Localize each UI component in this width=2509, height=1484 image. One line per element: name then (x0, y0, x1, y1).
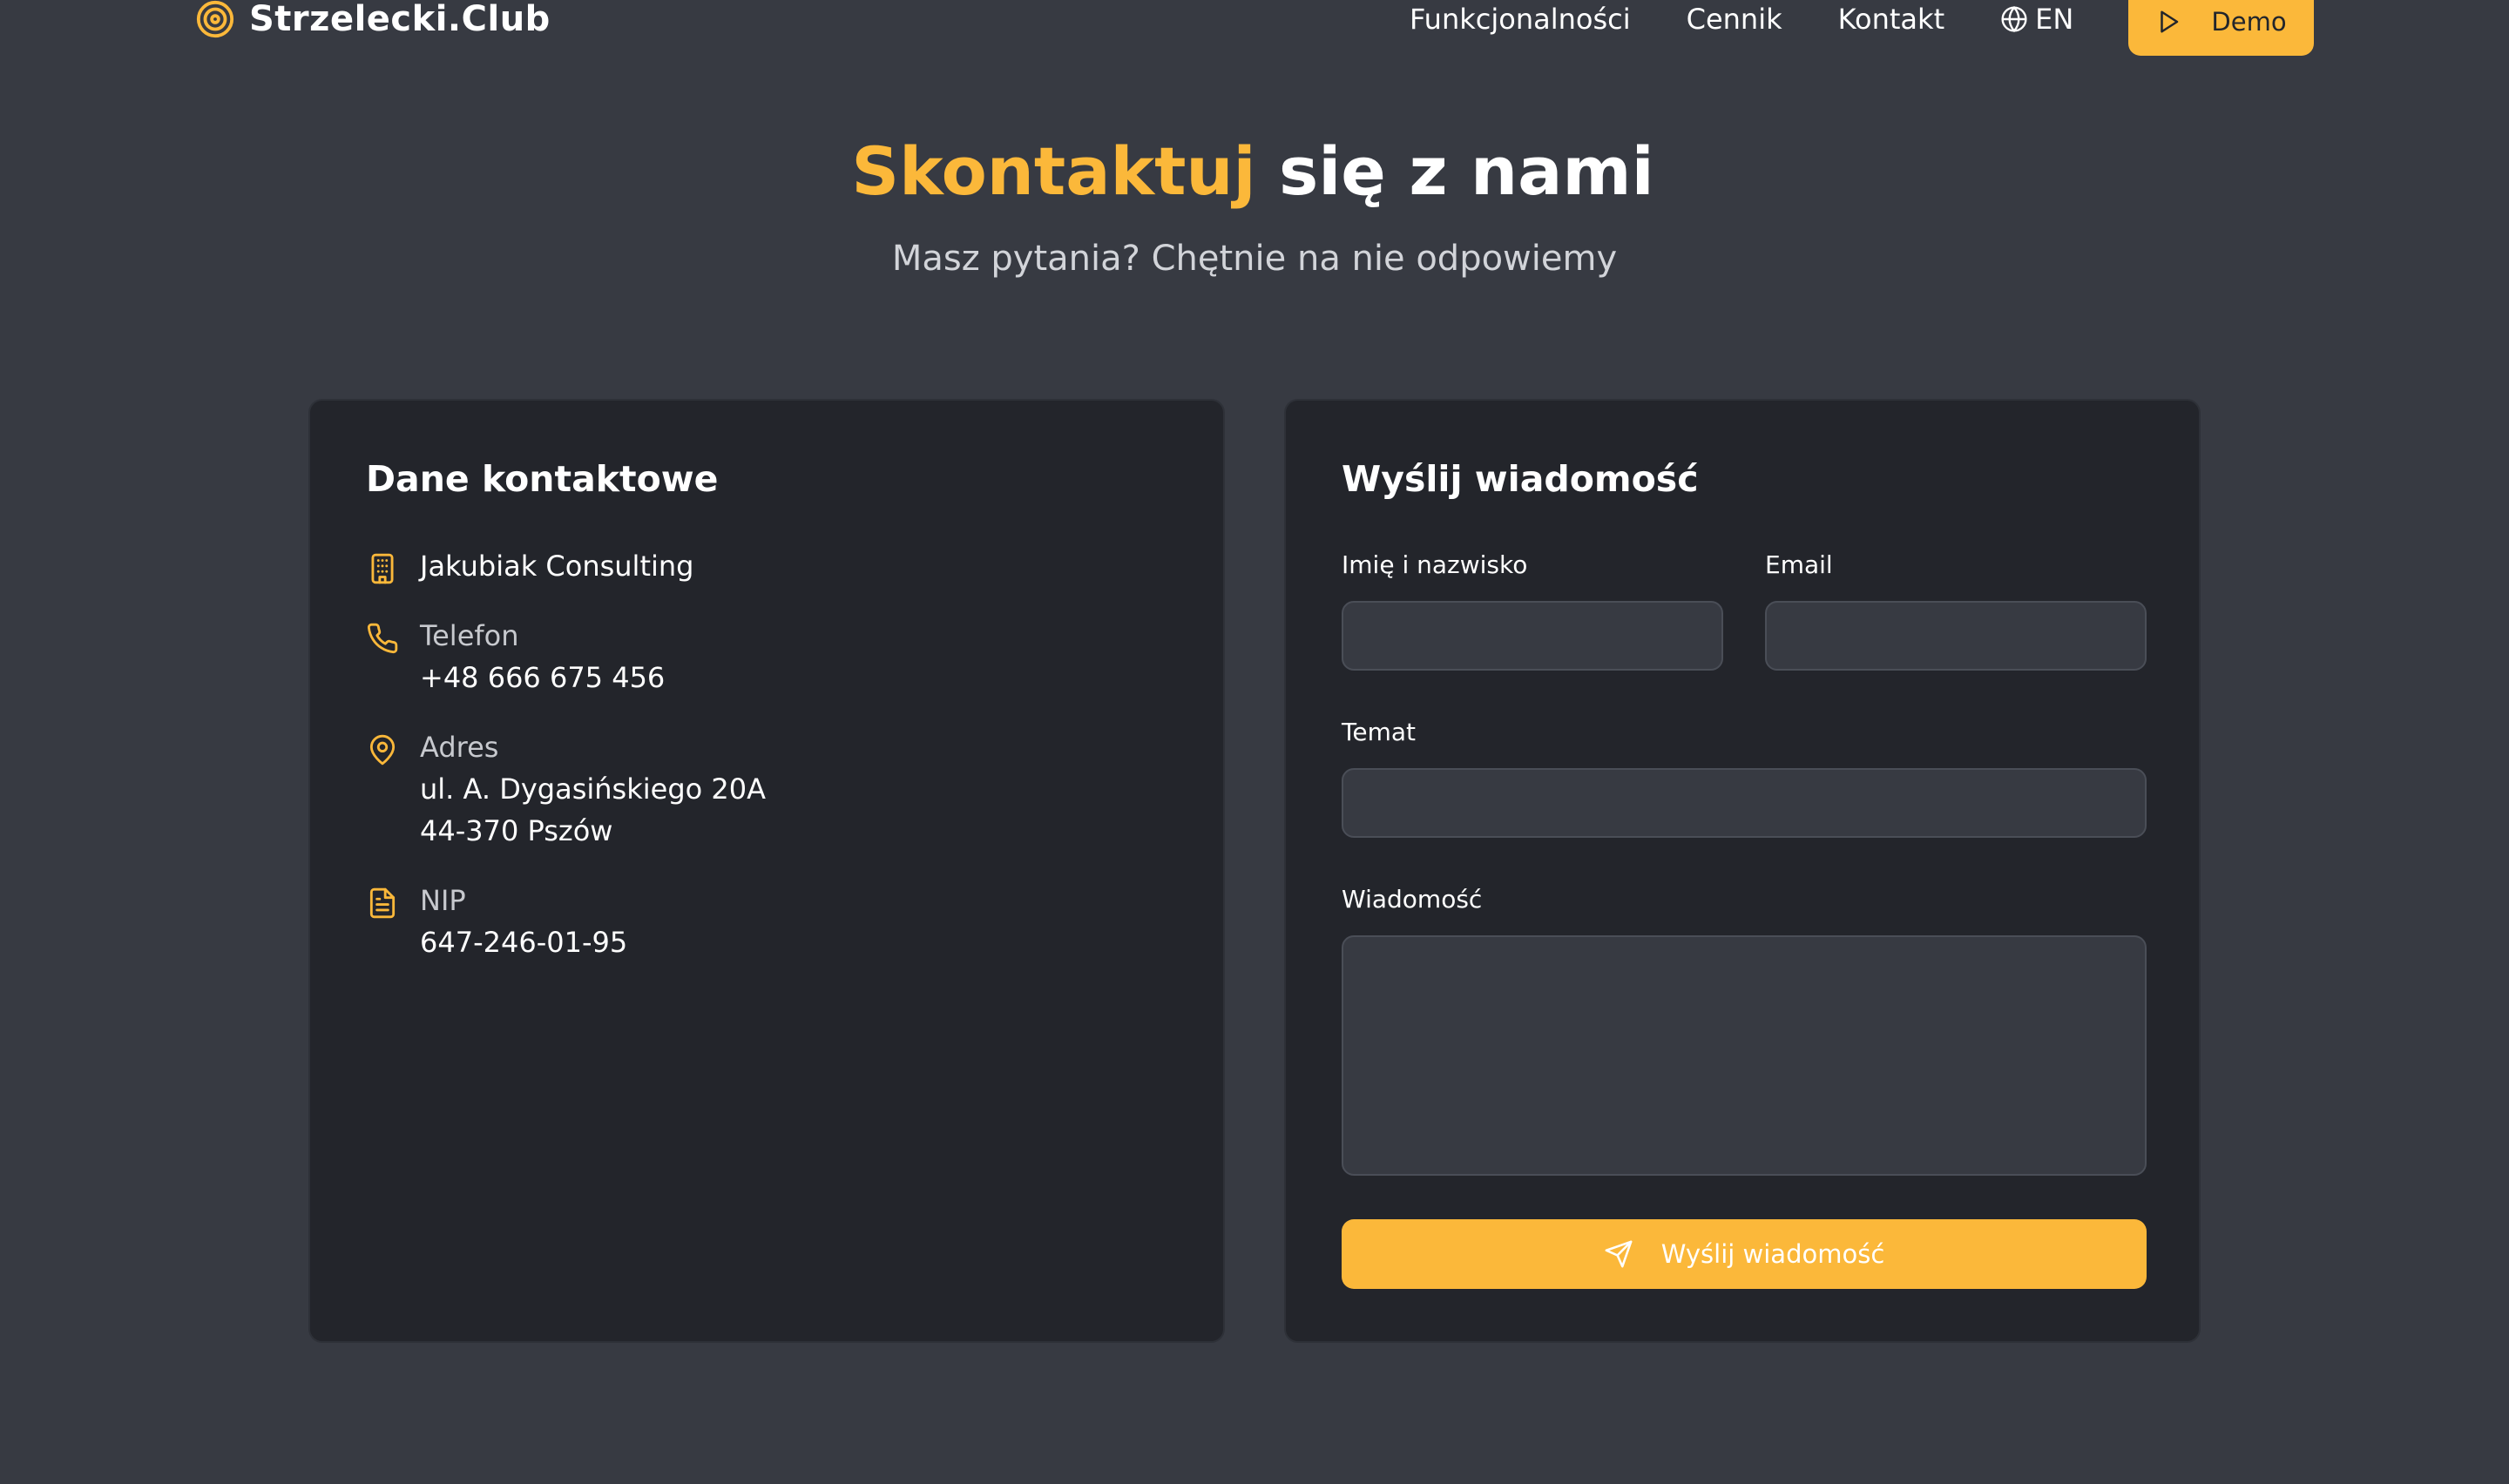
contact-form-title: Wyślij wiadomość (1342, 458, 1699, 500)
page-title-rest: się z nami (1255, 132, 1654, 210)
brand-name: Strzelecki.Club (249, 0, 551, 39)
contact-company: Jakubiak Consulting (366, 545, 693, 587)
contact-phone: Telefon +48 666 675 456 (366, 615, 665, 698)
phone-value[interactable]: +48 666 675 456 (420, 657, 665, 698)
document-icon (366, 887, 399, 920)
send-icon (1604, 1239, 1661, 1269)
message-textarea[interactable] (1342, 935, 2147, 1176)
company-name: Jakubiak Consulting (420, 550, 694, 583)
nav-item-kontakt[interactable]: Kontakt (1838, 3, 1944, 36)
map-pin-icon (366, 733, 399, 766)
contact-address: Adres ul. A. Dygasińskiego 20A 44-370 Ps… (366, 726, 766, 852)
demo-label: Demo (2211, 7, 2287, 37)
play-icon (2155, 9, 2211, 35)
address-label: Adres (420, 731, 499, 764)
globe-icon (2000, 5, 2035, 33)
address-line1: ul. A. Dygasińskiego 20A (420, 772, 766, 806)
language-switch[interactable]: EN (2000, 3, 2073, 36)
phone-icon (366, 622, 399, 655)
name-input[interactable] (1342, 601, 1723, 671)
nav-item-cennik[interactable]: Cennik (1687, 3, 1782, 36)
contact-form-card: Wyślij wiadomość Imię i nazwisko Email T… (1284, 399, 2201, 1343)
target-icon (195, 0, 235, 39)
nav-item-funkcjonalnosci[interactable]: Funkcjonalności (1410, 3, 1631, 36)
nip-value: 647-246-01-95 (420, 926, 628, 959)
main-nav: Funkcjonalności Cennik Kontakt EN (1410, 0, 2073, 40)
contact-details-title: Dane kontaktowe (366, 458, 719, 500)
nip-label: NIP (420, 884, 466, 917)
address-line2: 44-370 Pszów (420, 814, 613, 847)
header: Strzelecki.Club Funkcjonalności Cennik K… (0, 0, 2509, 56)
subject-label: Temat (1342, 718, 1416, 746)
name-label: Imię i nazwisko (1342, 550, 1528, 579)
contact-nip: NIP 647-246-01-95 (366, 880, 627, 963)
message-label: Wiadomość (1342, 885, 1483, 914)
brand-logo[interactable]: Strzelecki.Club (195, 0, 551, 40)
email-input[interactable] (1765, 601, 2147, 671)
contact-details-card: Dane kontaktowe Jakubiak Consulting Tele… (308, 399, 1225, 1343)
page-subtitle: Masz pytania? Chętnie na nie odpowiemy (891, 239, 1618, 279)
send-message-label: Wyślij wiadomość (1660, 1239, 1885, 1269)
phone-label: Telefon (420, 619, 519, 652)
email-label: Email (1765, 550, 1833, 579)
subject-input[interactable] (1342, 768, 2147, 838)
language-label: EN (2035, 3, 2074, 36)
demo-button[interactable]: Demo (2128, 0, 2314, 56)
page-title: Skontaktuj się z nami (0, 131, 2507, 212)
send-message-button[interactable]: Wyślij wiadomość (1342, 1219, 2147, 1289)
building-icon (366, 552, 399, 585)
page-title-accent: Skontaktuj (851, 132, 1256, 210)
